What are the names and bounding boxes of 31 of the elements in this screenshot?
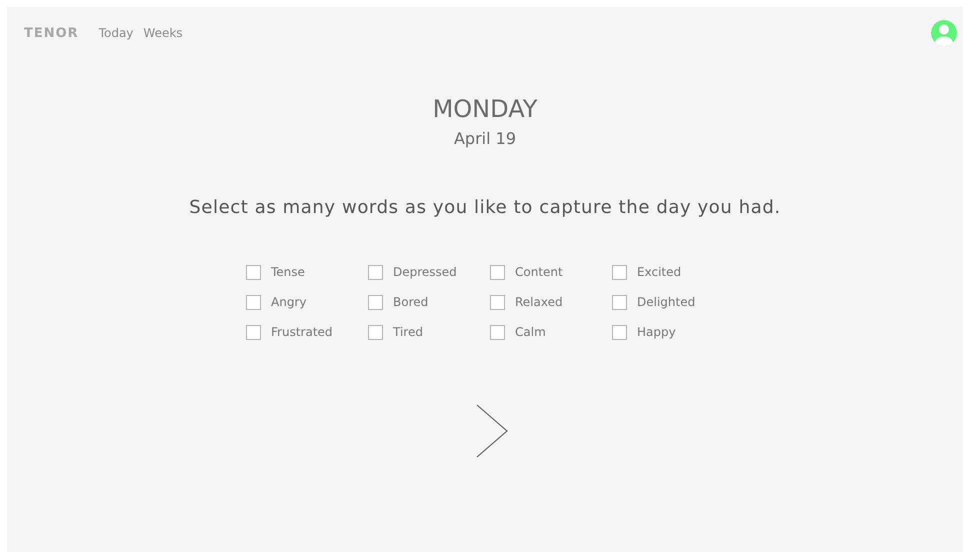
word-label: Bored — [393, 295, 428, 309]
word-label: Depressed — [393, 265, 457, 279]
word-label: Delighted — [637, 295, 696, 309]
word-label: Angry — [271, 295, 306, 309]
logo[interactable]: TENOR — [24, 26, 79, 40]
word-label: Relaxed — [515, 295, 563, 309]
word-label: Happy — [637, 325, 676, 339]
word-label: Calm — [515, 325, 546, 339]
checkbox[interactable] — [246, 264, 261, 280]
word-label: Frustrated — [271, 325, 333, 339]
prompt-text: Select as many words as you like to capture the day you had. — [189, 197, 781, 218]
word-label: Content — [515, 265, 563, 279]
checkbox[interactable] — [368, 264, 383, 280]
checkbox[interactable] — [490, 294, 505, 310]
checkbox[interactable] — [490, 264, 505, 280]
checkbox[interactable] — [246, 324, 261, 340]
word-label: Excited — [637, 265, 682, 279]
checkbox[interactable] — [368, 294, 383, 310]
checkbox[interactable] — [612, 324, 627, 340]
checkbox[interactable] — [490, 324, 505, 340]
word-label: Tired — [393, 325, 423, 339]
date-text: April 19 — [454, 129, 516, 148]
checkbox[interactable] — [368, 324, 383, 340]
nav-link[interactable]: Today — [98, 26, 134, 40]
checkbox[interactable] — [612, 264, 627, 280]
avatar-icon[interactable] — [931, 20, 957, 46]
nav-link[interactable]: Weeks — [143, 26, 183, 40]
word-label: Tense — [271, 265, 305, 279]
checkbox[interactable] — [246, 294, 261, 310]
weekday-heading: MONDAY — [432, 95, 538, 123]
checkbox[interactable] — [612, 294, 627, 310]
